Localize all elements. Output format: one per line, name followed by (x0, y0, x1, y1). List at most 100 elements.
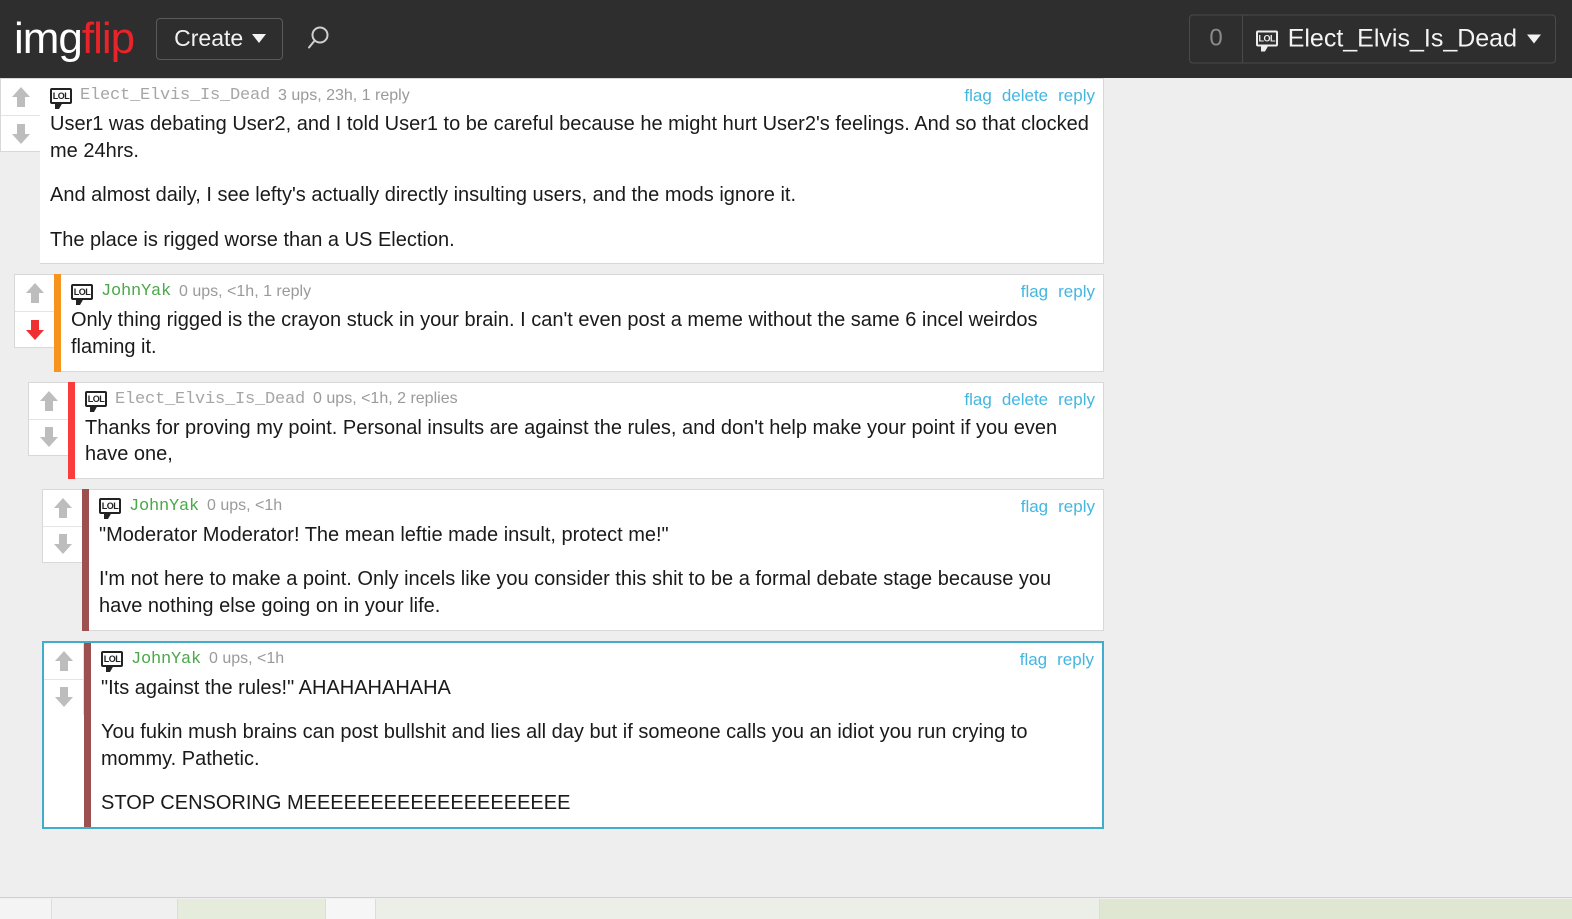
search-icon[interactable] (307, 24, 337, 54)
comment-paragraph: STOP CENSORING MEEEEEEEEEEEEEEEEEEEE (101, 792, 571, 815)
lol-badge-icon: LOL (99, 498, 121, 520)
comment-highlight-container: LOL JohnYak 0 ups, <1h flag reply "Its a… (42, 640, 1104, 829)
comment-list: LOL Elect_Elvis_Is_Dead 3 ups, 23h, 1 re… (0, 78, 1104, 829)
arrow-up-icon (39, 390, 58, 411)
comment-author[interactable]: JohnYak (101, 282, 171, 301)
chevron-down-icon (1527, 34, 1541, 43)
lol-badge-icon: LOL (1255, 30, 1278, 52)
lol-badge-icon: LOL (50, 87, 72, 109)
comment-text: User1 was debating User2, and I told Use… (40, 109, 1103, 263)
arrow-up-icon (54, 650, 73, 671)
delete-link[interactable]: delete (1002, 86, 1048, 106)
comment-c2: LOL JohnYak 0 ups, <1h, 1 reply flag rep… (14, 274, 1104, 372)
comment-paragraph: The place is rigged worse than a US Elec… (50, 228, 455, 251)
comment-author[interactable]: JohnYak (131, 650, 201, 669)
comment-header: LOL JohnYak 0 ups, <1h flag reply (91, 643, 1102, 673)
taskbar-item[interactable] (52, 898, 178, 919)
comment-header: LOL Elect_Elvis_Is_Dead 0 ups, <1h, 2 re… (75, 383, 1103, 413)
comment-body: LOL JohnYak 0 ups, <1h flag reply "Its a… (91, 642, 1102, 827)
taskbar-item[interactable] (376, 898, 1100, 919)
comment-meta: 3 ups, 23h, 1 reply (278, 86, 410, 104)
flag-link[interactable]: flag (1021, 497, 1048, 517)
arrow-down-icon (53, 534, 72, 555)
arrow-down-icon (25, 319, 44, 340)
taskbar-item[interactable] (178, 898, 326, 919)
reply-link[interactable]: reply (1058, 86, 1095, 106)
upvote-button[interactable] (43, 489, 82, 526)
logo-text-img: img (14, 14, 83, 63)
downvote-button[interactable] (1, 115, 40, 151)
downvote-button[interactable] (44, 678, 83, 715)
reply-link[interactable]: reply (1058, 390, 1095, 410)
downvote-button[interactable] (15, 311, 54, 348)
comment-author[interactable]: Elect_Elvis_Is_Dead (80, 86, 270, 105)
downvote-button[interactable] (43, 525, 82, 562)
comment-text: "Moderator Moderator! The mean leftie ma… (89, 520, 1103, 630)
chevron-down-icon (252, 34, 267, 43)
arrow-down-icon (11, 123, 30, 144)
upvote-button[interactable] (44, 642, 83, 679)
reply-link[interactable]: reply (1058, 497, 1095, 517)
taskbar-item[interactable] (1100, 898, 1572, 919)
comment-text: Only thing rigged is the crayon stuck in… (61, 305, 1103, 370)
arrow-up-icon (53, 497, 72, 518)
notification-count[interactable]: 0 (1190, 15, 1243, 63)
comment-meta: 0 ups, <1h (209, 650, 285, 668)
downvote-button[interactable] (29, 418, 68, 455)
upvote-button[interactable] (1, 79, 40, 115)
comment-c3: LOL Elect_Elvis_Is_Dead 0 ups, <1h, 2 re… (28, 381, 1104, 479)
lol-badge-icon: LOL (71, 283, 93, 305)
arrow-up-icon (25, 283, 44, 304)
comment-actions: flag delete reply (964, 390, 1095, 410)
upvote-button[interactable] (15, 275, 54, 312)
comment-header: LOL JohnYak 0 ups, <1h flag reply (89, 490, 1103, 520)
comment-paragraph: "Its against the rules!" AHAHAHAHAHA (101, 676, 451, 699)
comment-text: Thanks for proving my point. Personal in… (75, 413, 1103, 478)
comment-author[interactable]: Elect_Elvis_Is_Dead (115, 390, 305, 409)
lol-badge-icon: LOL (101, 651, 123, 673)
header-user-area: 0 LOL Elect_Elvis_Is_Dead (1189, 14, 1556, 64)
comment-accent-bar (82, 488, 89, 631)
comment-body: LOL Elect_Elvis_Is_Dead 3 ups, 23h, 1 re… (40, 78, 1104, 265)
delete-link[interactable]: delete (1002, 390, 1048, 410)
reply-link[interactable]: reply (1057, 650, 1094, 670)
comment-header: LOL JohnYak 0 ups, <1h, 1 reply flag rep… (61, 275, 1103, 305)
comment-paragraph: And almost daily, I see lefty's actually… (50, 184, 797, 207)
vote-controls (42, 488, 82, 563)
comment-actions: flag reply (1020, 650, 1094, 670)
os-taskbar (0, 897, 1572, 919)
comment-header: LOL Elect_Elvis_Is_Dead 3 ups, 23h, 1 re… (40, 79, 1103, 109)
user-menu-button[interactable]: LOL Elect_Elvis_Is_Dead (1243, 16, 1555, 63)
comment-paragraph: User1 was debating User2, and I told Use… (50, 113, 1089, 162)
page-body: LOL Elect_Elvis_Is_Dead 3 ups, 23h, 1 re… (0, 78, 1572, 919)
comment-accent-bar (54, 274, 61, 372)
taskbar-item[interactable] (0, 898, 52, 919)
comment-text: "Its against the rules!" AHAHAHAHAHA You … (91, 673, 1102, 827)
arrow-down-icon (54, 687, 73, 708)
arrow-down-icon (39, 427, 58, 448)
comment-thread-level-2: LOL Elect_Elvis_Is_Dead 0 ups, <1h, 2 re… (0, 381, 1104, 489)
comment-accent-bar (68, 381, 75, 479)
reply-link[interactable]: reply (1058, 282, 1095, 302)
comment-paragraph: Only thing rigged is the crayon stuck in… (71, 309, 1038, 358)
comment-paragraph: You fukin mush brains can post bullshit … (101, 721, 1028, 770)
comment-author[interactable]: JohnYak (129, 497, 199, 516)
create-button[interactable]: Create (156, 18, 284, 60)
lol-badge-icon: LOL (85, 391, 107, 413)
flag-link[interactable]: flag (964, 390, 991, 410)
comment-paragraph: I'm not here to make a point. Only incel… (99, 568, 1052, 617)
taskbar-item[interactable] (326, 898, 376, 919)
vote-controls (28, 381, 68, 456)
logo-text-flip: flip (81, 14, 135, 63)
flag-link[interactable]: flag (1021, 282, 1048, 302)
comment-body: LOL Elect_Elvis_Is_Dead 0 ups, <1h, 2 re… (75, 381, 1104, 479)
vote-controls (44, 642, 84, 715)
comment-thread-level-0: LOL Elect_Elvis_Is_Dead 3 ups, 23h, 1 re… (0, 78, 1104, 274)
imgflip-logo[interactable]: img flip (14, 14, 135, 63)
flag-link[interactable]: flag (964, 86, 991, 106)
comment-c4: LOL JohnYak 0 ups, <1h flag reply "Moder… (42, 488, 1104, 631)
upvote-button[interactable] (29, 382, 68, 419)
comment-paragraph: Thanks for proving my point. Personal in… (85, 416, 1058, 466)
flag-link[interactable]: flag (1020, 650, 1047, 670)
comment-c1: LOL Elect_Elvis_Is_Dead 3 ups, 23h, 1 re… (0, 78, 1104, 265)
